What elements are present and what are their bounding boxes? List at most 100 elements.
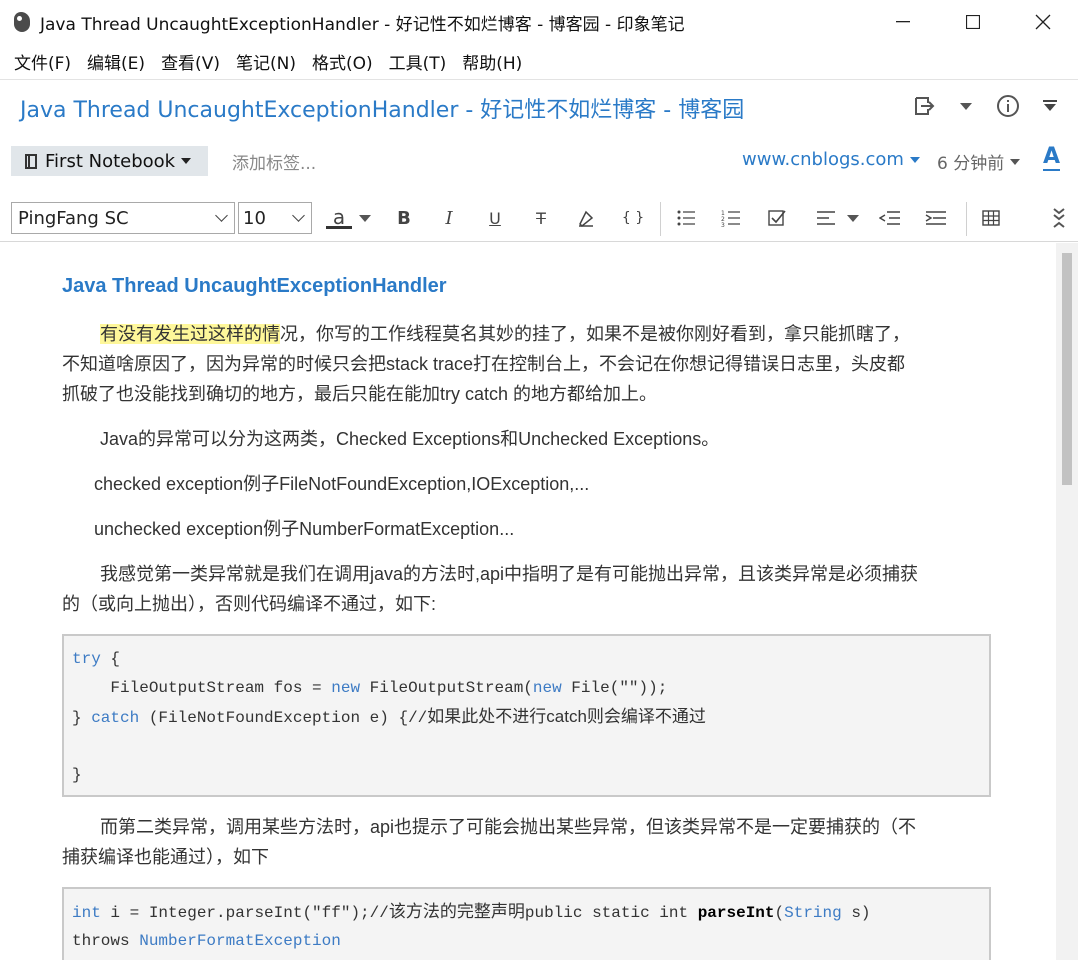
paragraph-1-line-3: 抓破了也没能找到确切的地方，最后只能在能加try catch 的地方都给加上。	[62, 384, 658, 404]
svg-text:3: 3	[721, 222, 725, 227]
maximize-button[interactable]	[938, 0, 1008, 44]
window-controls	[868, 0, 1078, 44]
underline-button[interactable]: U	[481, 204, 509, 232]
share-icon	[915, 97, 935, 115]
paragraph-2: Java的异常可以分为这两类，Checked Exceptions和Unchec…	[100, 429, 720, 449]
note-title[interactable]: Java Thread UncaughtExceptionHandler - 好…	[20, 92, 744, 124]
code-text: i = Integer.parseInt("ff");//	[100, 904, 389, 922]
keyword: String	[784, 904, 842, 922]
text-color-dropdown[interactable]	[354, 204, 376, 232]
notebook-name: First Notebook	[45, 150, 176, 172]
paragraph-5-line-2: 的（或向上抛出），否则代码编译不通过，如下:	[62, 594, 436, 614]
more-dropdown[interactable]	[1036, 92, 1064, 120]
bullet-list-icon	[677, 210, 695, 226]
strikethrough-button[interactable]: T	[527, 204, 555, 232]
chevron-down-icon	[359, 214, 371, 222]
share-button[interactable]	[910, 92, 938, 120]
source-url: www.cnblogs.com	[742, 149, 904, 170]
more-tools-button[interactable]	[1045, 204, 1073, 232]
menu-edit[interactable]: 编辑(E)	[79, 49, 153, 74]
keyword: int	[72, 904, 101, 922]
share-dropdown[interactable]	[952, 92, 980, 120]
notebook-selector[interactable]: First Notebook	[11, 146, 208, 176]
code-line: int i = Integer.parseInt("ff");//该方法的完整声…	[72, 902, 871, 923]
keyword: new	[532, 679, 562, 697]
highlighter-icon	[579, 210, 594, 228]
menu-view[interactable]: 查看(V)	[153, 49, 228, 74]
code-text: {	[100, 650, 121, 668]
modified-time-label: 6 分钟前	[937, 154, 1005, 174]
text-color-button[interactable]: a	[324, 204, 354, 232]
code-block-button[interactable]: { }	[618, 204, 648, 232]
minimize-button[interactable]	[868, 0, 938, 44]
chevron-down-icon	[215, 209, 228, 222]
chevron-down-icon	[181, 158, 192, 164]
font-family-value: PingFang SC	[18, 207, 129, 229]
paragraph-5-line-1: 我感觉第一类异常就是我们在调用java的方法时,api中指明了是有可能抛出异常，…	[100, 564, 919, 584]
font-family-select[interactable]: PingFang SC	[11, 202, 235, 234]
code-text: throws	[72, 932, 140, 950]
keyword: try	[72, 650, 101, 668]
code-line: FileOutputStream fos = new FileOutputStr…	[72, 678, 667, 698]
toolbar-divider	[660, 202, 661, 236]
chevron-down-icon	[960, 102, 972, 110]
keyword: catch	[91, 709, 140, 727]
more-caret-icon	[1043, 100, 1057, 111]
checkbox-icon	[768, 210, 786, 226]
doc-heading: Java Thread UncaughtExceptionHandler	[62, 275, 447, 297]
keyword: new	[331, 679, 361, 697]
code-text: }	[72, 709, 92, 727]
paragraph-4: unchecked exception例子NumberFormatExcepti…	[94, 519, 515, 539]
vertical-scrollbar[interactable]	[1056, 243, 1078, 960]
align-button[interactable]	[812, 204, 840, 232]
note-header-actions	[910, 92, 1064, 120]
code-method-name: parseInt	[697, 904, 775, 922]
table-button[interactable]	[977, 204, 1005, 232]
align-left-icon	[817, 211, 835, 225]
numbered-list-button[interactable]: 123	[717, 204, 745, 232]
code-text: s)	[841, 904, 871, 922]
numbered-list-icon: 123	[721, 210, 740, 227]
bold-button[interactable]: B	[390, 204, 418, 232]
code-text: FileOutputStream(	[360, 679, 533, 697]
indent-button[interactable]	[922, 204, 950, 232]
menu-help[interactable]: 帮助(H)	[454, 49, 530, 74]
note-editor[interactable]: Java Thread UncaughtExceptionHandler 有没有…	[0, 243, 1078, 960]
bullet-list-button[interactable]	[672, 204, 700, 232]
menu-format[interactable]: 格式(O)	[304, 49, 381, 74]
paragraph-3: checked exception例子FileNotFoundException…	[94, 474, 590, 494]
chevron-down-icon	[1010, 158, 1021, 165]
code-line: try {	[72, 649, 120, 669]
align-dropdown[interactable]	[842, 204, 864, 232]
text-color-swatch	[326, 225, 352, 229]
code-text: public static int	[524, 904, 698, 922]
highlight-button[interactable]	[572, 204, 600, 232]
code-line: throws NumberFormatException	[72, 931, 341, 951]
paragraph-6-line-1: 而第二类异常，调用某些方法时，api也提示了可能会抛出某些异常，但该类异常不是一…	[100, 817, 917, 837]
code-block-2: int i = Integer.parseInt("ff");//该方法的完整声…	[62, 887, 991, 960]
menu-note[interactable]: 笔记(N)	[228, 49, 304, 74]
source-url-link[interactable]: www.cnblogs.com	[742, 149, 920, 170]
checkbox-button[interactable]	[764, 204, 792, 232]
menu-tools[interactable]: 工具(T)	[381, 49, 455, 74]
tag-input[interactable]: 添加标签...	[232, 149, 316, 174]
close-button[interactable]	[1008, 0, 1078, 44]
code-line: }	[72, 766, 82, 784]
indent-icon	[925, 211, 946, 225]
outdent-button[interactable]	[876, 204, 904, 232]
info-button[interactable]	[994, 92, 1022, 120]
chevron-down-icon	[847, 214, 859, 222]
keyword: NumberFormatException	[139, 932, 341, 950]
font-size-select[interactable]: 10	[238, 202, 312, 234]
italic-button[interactable]: I	[435, 204, 463, 232]
scrollbar-thumb[interactable]	[1062, 253, 1072, 485]
paragraph-1-line-2: 不知道啥原因了，因为异常的时候只会把stack trace打在控制台上，不会记在…	[62, 354, 906, 374]
code-comment: 如果此处不进行catch则会编译不通过	[427, 707, 706, 726]
format-toolbar: PingFang SC 10 a B I U T { } 123	[0, 196, 1078, 242]
font-settings-button[interactable]: A	[1043, 145, 1061, 171]
modified-time[interactable]: 6 分钟前	[937, 149, 1021, 174]
chevron-down-icon	[292, 209, 305, 222]
menu-file[interactable]: 文件(F)	[6, 49, 79, 74]
code-comment: 该方法的完整声明	[388, 902, 525, 921]
paragraph-6-line-2: 捕获编译也能通过），如下	[62, 847, 269, 867]
